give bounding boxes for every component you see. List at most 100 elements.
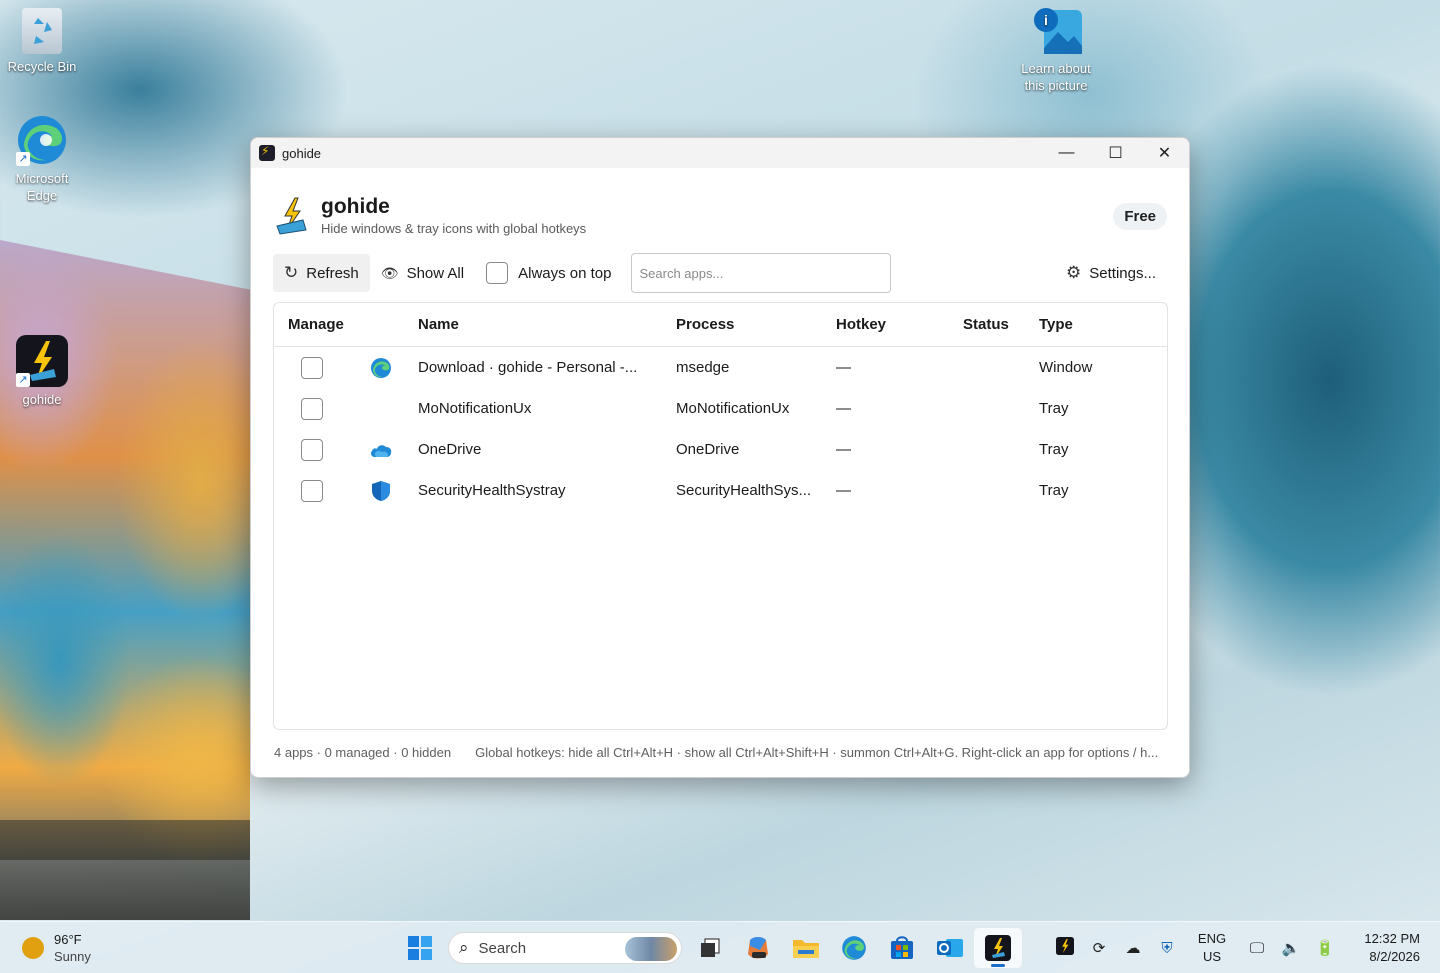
column-header-name[interactable]: Name xyxy=(418,316,676,333)
manage-checkbox[interactable] xyxy=(301,479,323,502)
row-process: msedge xyxy=(676,359,730,376)
table-row[interactable]: OneDrive OneDrive — Tray xyxy=(274,429,1167,470)
table-row[interactable]: MoNotificationUx MoNotificationUx — Tray xyxy=(274,388,1167,429)
plan-badge: Free xyxy=(1113,202,1167,230)
edge-icon xyxy=(369,356,393,380)
show-all-button[interactable]: 👁 Show All xyxy=(370,254,475,292)
app-title-icon xyxy=(259,144,275,161)
battery-icon[interactable]: 🔋 xyxy=(1308,939,1342,957)
status-bar: 4 apps · 0 managed · 0 hidden Global hot… xyxy=(274,745,1174,760)
desktop-icon-label: Learn about this picture xyxy=(1021,61,1091,93)
settings-label: Settings... xyxy=(1089,264,1156,282)
refresh-button[interactable]: ↻ Refresh xyxy=(273,254,370,292)
gear-icon: ⚙ xyxy=(1066,263,1082,282)
close-button[interactable]: ✕ xyxy=(1140,138,1189,168)
taskbar-apps: ⌕ Search xyxy=(396,928,1022,968)
shortcut-arrow-icon: ↗ xyxy=(16,373,30,387)
tray-sync-icon[interactable]: ⟳ xyxy=(1082,939,1116,957)
edge-icon: ↗ xyxy=(16,114,68,166)
weather-temp: 96°F xyxy=(54,931,82,947)
network-icon[interactable]: 🖵 xyxy=(1240,940,1274,957)
outlook-icon xyxy=(937,939,963,957)
row-hotkey: — xyxy=(836,482,851,499)
search-icon: ⌕ xyxy=(459,938,469,957)
taskbar-file-explorer[interactable] xyxy=(782,928,830,968)
column-header-hotkey[interactable]: Hotkey xyxy=(836,316,963,333)
desktop-icon-learn-about-picture[interactable]: i Learn about this picture xyxy=(1014,4,1098,94)
column-header-manage[interactable]: Manage xyxy=(274,316,418,333)
row-name: Download · gohide - Personal -... xyxy=(418,359,638,376)
column-header-process[interactable]: Process xyxy=(676,316,836,333)
apps-table: Manage Name Process Hotkey Status Type D… xyxy=(273,302,1168,730)
always-on-top-toggle[interactable]: Always on top xyxy=(475,254,622,292)
manage-checkbox[interactable] xyxy=(301,397,323,420)
column-header-type[interactable]: Type xyxy=(1039,316,1159,333)
manage-checkbox[interactable] xyxy=(301,438,323,461)
volume-icon[interactable]: 🔈 xyxy=(1274,939,1308,957)
status-hint: Global hotkeys: hide all Ctrl+Alt+H · sh… xyxy=(475,745,1159,760)
shortcut-arrow-icon: ↗ xyxy=(16,152,30,166)
app-header: gohide Hide windows & tray icons with gl… xyxy=(251,168,1189,242)
row-process: OneDrive xyxy=(676,441,740,458)
desktop-icon-label: Recycle Bin xyxy=(7,59,77,74)
weather-desc: Sunny xyxy=(54,948,91,964)
table-row[interactable]: Download · gohide - Personal -... msedge… xyxy=(274,347,1167,388)
store-icon xyxy=(891,936,913,959)
weather-widget[interactable]: 96°F Sunny xyxy=(22,931,142,965)
desktop-icon-gohide[interactable]: ↗ gohide xyxy=(0,335,84,408)
maximize-button[interactable]: ☐ xyxy=(1091,138,1140,168)
clock[interactable]: 12:32 PM 8/2/2026 xyxy=(1350,930,1420,966)
system-tray: ⟳ ☁ ⛨ ENG US 🖵 🔈 🔋 12:32 PM 8/2/2026 xyxy=(1048,922,1440,973)
table-header: Manage Name Process Hotkey Status Type xyxy=(274,303,1167,347)
desktop-icon-edge[interactable]: ↗ Microsoft Edge xyxy=(0,114,84,204)
language-indicator[interactable]: ENG US xyxy=(1190,930,1234,966)
task-view-button[interactable] xyxy=(686,928,734,968)
search-input[interactable] xyxy=(630,253,891,293)
language-region: US xyxy=(1202,949,1222,964)
eye-icon: 👁 xyxy=(380,264,399,281)
taskbar-store[interactable] xyxy=(878,928,926,968)
gohide-logo-icon xyxy=(273,196,311,236)
desktop-wallpaper-shadow xyxy=(0,820,250,920)
row-type: Tray xyxy=(1039,482,1069,499)
row-type: Window xyxy=(1039,359,1093,376)
row-hotkey: — xyxy=(836,400,851,417)
table-row[interactable]: SecurityHealthSystray SecurityHealthSys.… xyxy=(274,470,1167,511)
taskbar-search-label: Search xyxy=(478,939,527,957)
search-highlight-image xyxy=(625,937,677,961)
taskbar-search[interactable]: ⌕ Search xyxy=(448,932,682,964)
row-process: MoNotificationUx xyxy=(676,400,790,417)
clock-date: 8/2/2026 xyxy=(1369,949,1420,964)
row-process: SecurityHealthSys... xyxy=(676,482,812,499)
row-name: OneDrive xyxy=(418,441,482,458)
refresh-label: Refresh xyxy=(306,264,359,282)
row-hotkey: — xyxy=(836,359,851,376)
tray-gohide-icon[interactable] xyxy=(1048,937,1082,959)
minimize-button[interactable]: — xyxy=(1042,138,1091,168)
column-header-status[interactable]: Status xyxy=(963,316,1039,333)
tray-security-icon[interactable]: ⛨ xyxy=(1150,940,1184,957)
row-type: Tray xyxy=(1039,400,1069,417)
edge-icon xyxy=(842,936,866,960)
taskbar-edge[interactable] xyxy=(830,928,878,968)
blank-app-icon xyxy=(369,397,393,421)
security-shield-icon xyxy=(369,479,393,503)
taskbar-outlook[interactable] xyxy=(926,928,974,968)
taskbar-m365[interactable] xyxy=(734,928,782,968)
manage-checkbox[interactable] xyxy=(301,356,323,379)
always-on-top-checkbox[interactable] xyxy=(486,262,509,284)
tray-onedrive-icon[interactable]: ☁ xyxy=(1116,939,1150,957)
status-counts: 4 apps · 0 managed · 0 hidden xyxy=(274,745,452,760)
learn-about-picture-icon: i xyxy=(1030,4,1082,56)
window-titlebar[interactable]: gohide — ☐ ✕ xyxy=(251,138,1189,168)
row-name: MoNotificationUx xyxy=(418,400,532,417)
gohide-window: gohide — ☐ ✕ gohide Hide windows & tray … xyxy=(250,137,1190,778)
taskbar-gohide[interactable] xyxy=(974,928,1022,968)
svg-text:i: i xyxy=(1044,12,1048,28)
desktop-wallpaper-mural xyxy=(0,240,250,860)
gohide-icon: ↗ xyxy=(16,335,68,387)
desktop-icon-recycle-bin[interactable]: Recycle Bin xyxy=(0,8,84,75)
settings-button[interactable]: ⚙ Settings... xyxy=(1055,254,1167,292)
sun-icon xyxy=(22,936,44,959)
start-button[interactable] xyxy=(396,928,444,968)
